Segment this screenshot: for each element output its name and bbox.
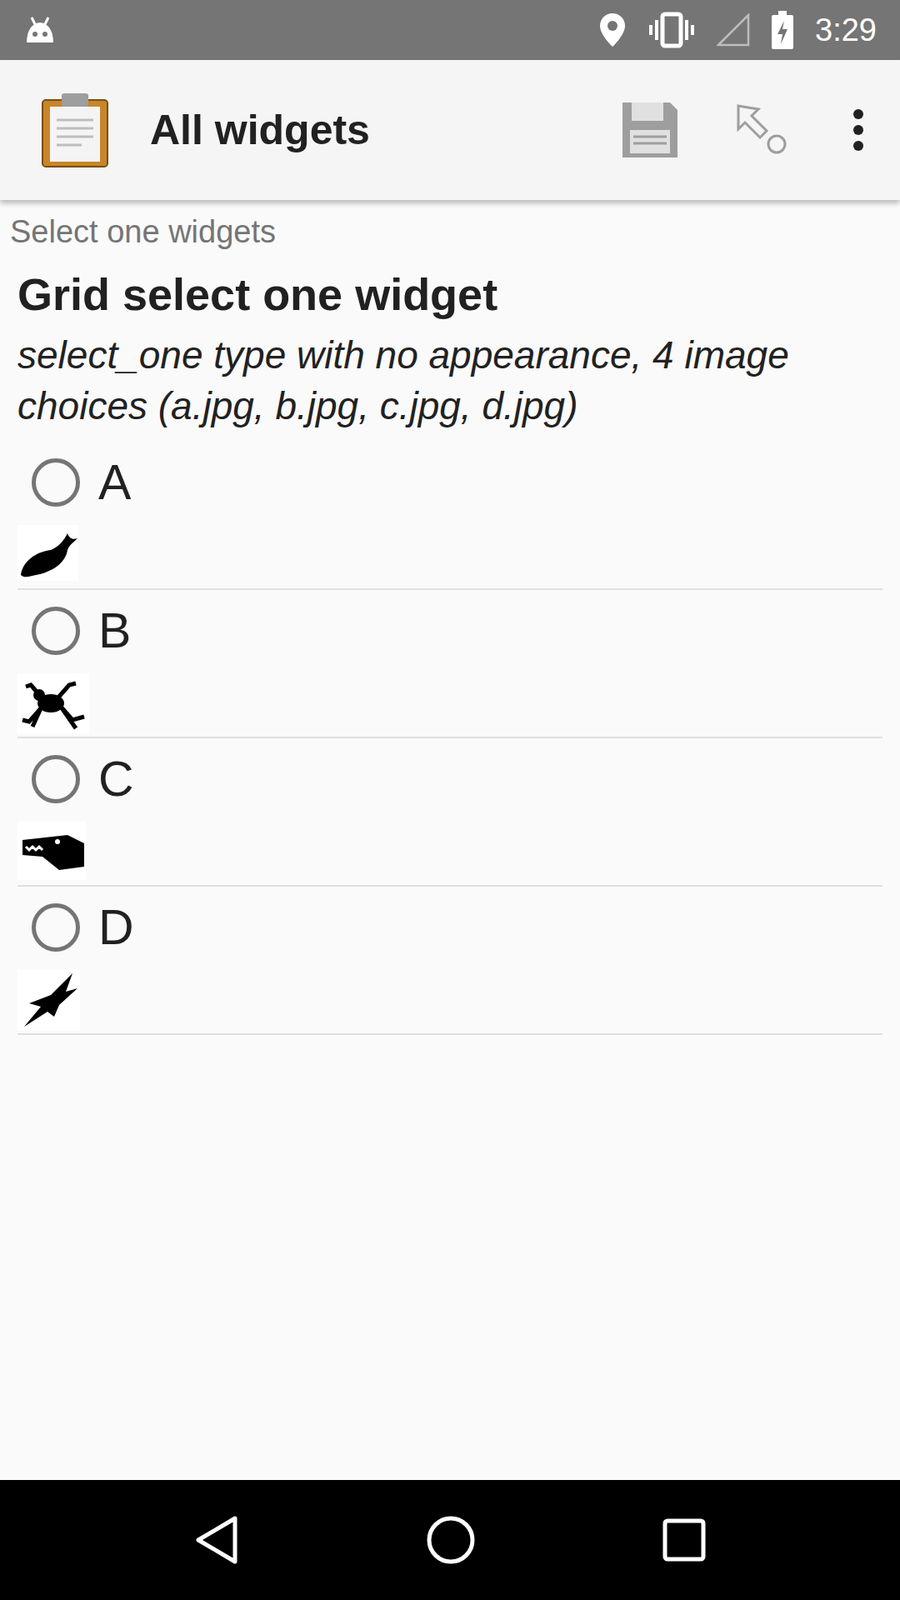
signal-icon bbox=[716, 13, 750, 47]
radio-button[interactable] bbox=[31, 606, 80, 655]
location-icon bbox=[598, 11, 627, 49]
clipboard-icon[interactable] bbox=[40, 91, 110, 169]
choice-row[interactable]: A bbox=[17, 441, 883, 590]
home-icon[interactable] bbox=[425, 1515, 476, 1565]
choice-list: A B C D bbox=[17, 441, 883, 1035]
radio-button[interactable] bbox=[31, 903, 80, 952]
eagle-icon bbox=[17, 970, 80, 1031]
back-icon[interactable] bbox=[193, 1515, 240, 1565]
goto-icon bbox=[735, 102, 790, 158]
question-label: Grid select one widget bbox=[0, 267, 900, 322]
vibrate-icon bbox=[648, 11, 695, 49]
form-content: Select one widgets Grid select one widget… bbox=[0, 200, 900, 1480]
crocodile-icon bbox=[17, 821, 86, 880]
choice-label: A bbox=[98, 455, 131, 510]
radio-button[interactable] bbox=[31, 458, 80, 507]
save-button[interactable] bbox=[591, 88, 709, 172]
toolbar-title: All widgets bbox=[150, 109, 592, 151]
clock: 3:29 bbox=[815, 14, 877, 46]
status-bar: 3:29 bbox=[0, 0, 900, 60]
question-hint: select_one type with no appearance, 4 im… bbox=[0, 330, 900, 432]
choice-label: B bbox=[98, 604, 131, 659]
overflow-menu-button[interactable] bbox=[816, 88, 900, 172]
goto-button[interactable] bbox=[708, 88, 817, 172]
choice-row[interactable]: C bbox=[17, 738, 883, 887]
android-icon bbox=[23, 14, 57, 46]
choice-label: D bbox=[98, 900, 135, 955]
group-label: Select one widgets bbox=[0, 211, 900, 253]
recents-icon[interactable] bbox=[661, 1517, 707, 1563]
radio-button[interactable] bbox=[31, 755, 80, 804]
battery-icon bbox=[771, 10, 794, 50]
overflow-icon bbox=[852, 109, 865, 151]
toolbar: All widgets bbox=[0, 60, 900, 200]
choice-row[interactable]: D bbox=[17, 886, 883, 1035]
whale-icon bbox=[17, 525, 79, 581]
choice-row[interactable]: B bbox=[17, 590, 883, 739]
choice-label: C bbox=[98, 752, 135, 807]
navigation-bar bbox=[0, 1480, 900, 1600]
frog-icon bbox=[17, 673, 90, 735]
save-icon bbox=[620, 100, 680, 160]
